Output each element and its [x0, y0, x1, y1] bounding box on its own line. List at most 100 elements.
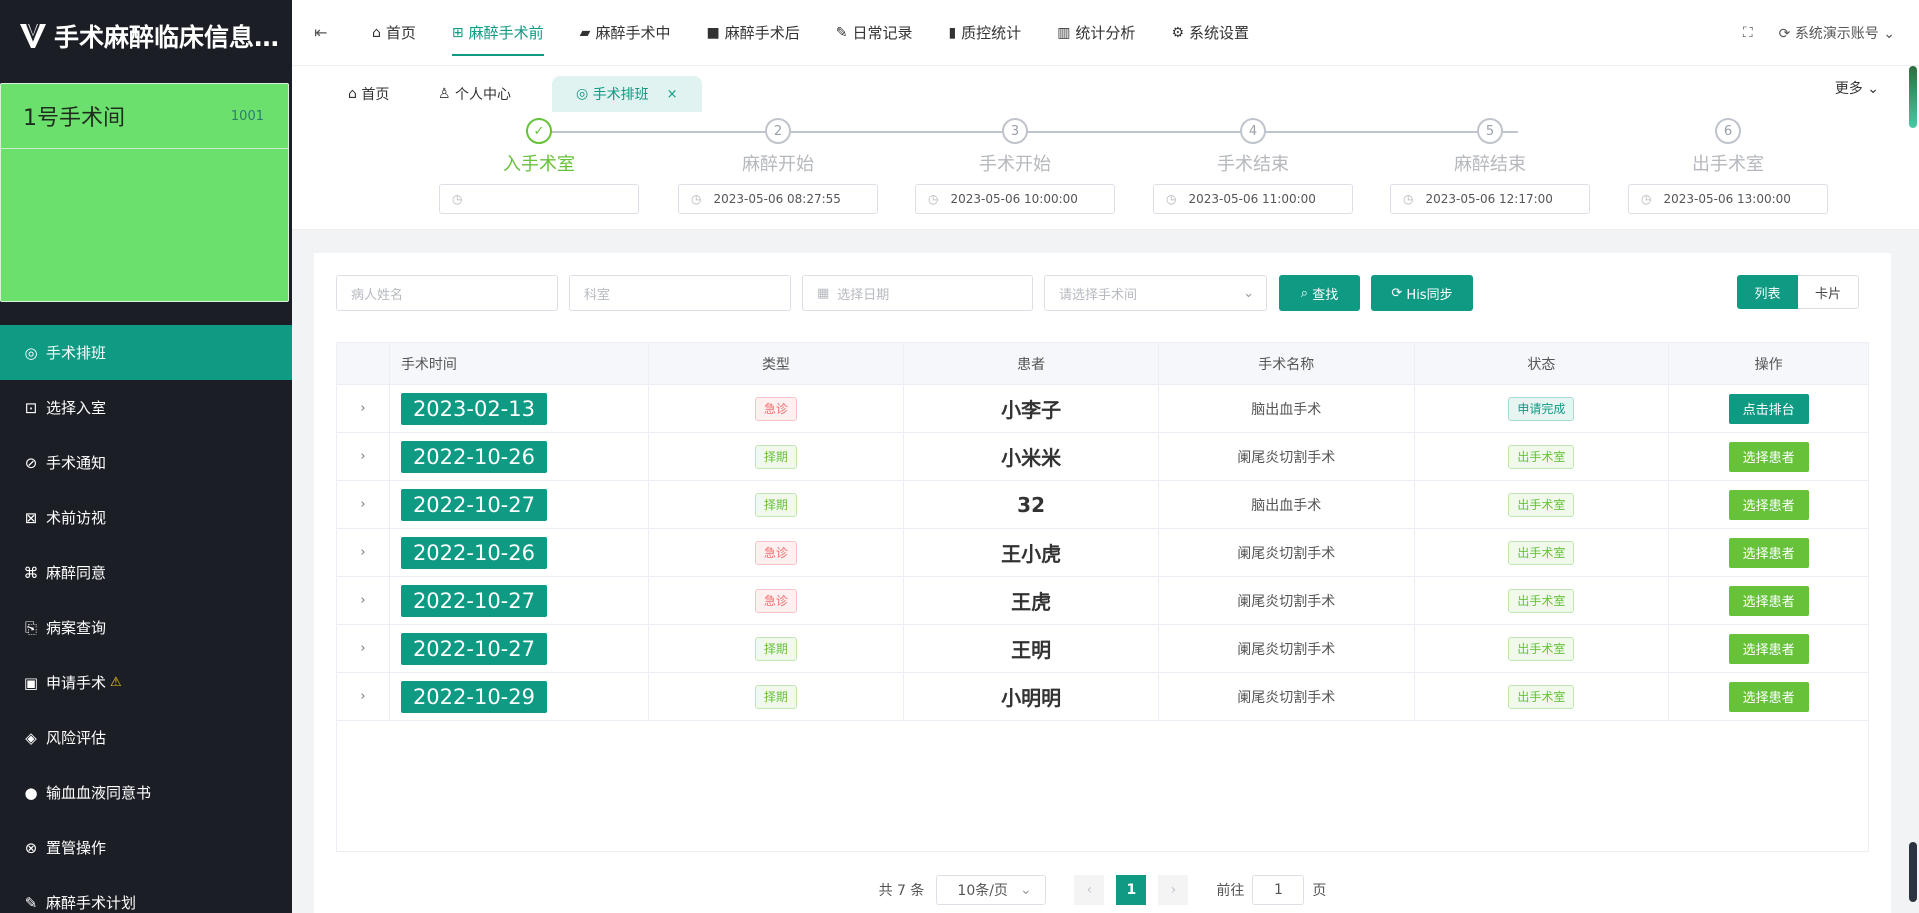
page-number[interactable]: 1 [1116, 875, 1147, 905]
step-label: 入手术室 [503, 154, 575, 175]
surgery-name: 阑尾炎切割手术 [1237, 689, 1336, 706]
surgery-name-cell: 脑出血手术 [1159, 385, 1415, 432]
step-time-input[interactable]: ◷ [439, 184, 639, 214]
step-time-input[interactable]: ◷ 2023-05-06 12:17:00 [1390, 184, 1590, 214]
calendar-icon: ▦ [817, 285, 830, 301]
nav-settings[interactable]: ⚙ 系统设置 [1153, 0, 1267, 66]
tab-personal-center[interactable]: ♙ 个人中心 [438, 76, 511, 112]
sidebar-item-blood[interactable]: ● 输血血液同意书 [0, 765, 292, 820]
patient-name-input[interactable]: 病人姓名 [336, 275, 558, 311]
expand-toggle[interactable]: › [337, 673, 390, 720]
nav-post-op[interactable]: ■ 麻醉手术后 [688, 0, 817, 66]
date-picker[interactable]: ▦ 选择日期 [802, 275, 1033, 311]
next-page-button[interactable]: › [1158, 875, 1189, 905]
refresh-icon: ⟳ [1778, 26, 1791, 42]
sidebar-item-enter-room[interactable]: ⊡ 选择入室 [0, 380, 292, 435]
type-tag: 急诊 [754, 540, 797, 565]
close-icon[interactable]: × [667, 87, 678, 102]
tab-schedule[interactable]: ◎ 手术排班 × [552, 76, 702, 112]
expand-toggle[interactable]: › [337, 433, 390, 480]
step-time-value: 2023-05-06 08:27:55 [713, 192, 841, 206]
step-number: 6 [1715, 118, 1741, 144]
room-card-header: 1号手术间 1001 [1, 84, 288, 149]
status-cell: 出手术室 [1415, 481, 1670, 528]
nav-pre-op[interactable]: ⊞ 麻醉手术前 [434, 0, 562, 66]
table-row: › 2022-10-27 急诊 王虎 阑尾炎切割手术 出手术室 选择患者 [337, 577, 1868, 625]
sidebar-item-label: 手术排班 [46, 344, 107, 362]
goto-page-input[interactable]: 1 [1252, 875, 1305, 905]
sidebar-item-plan[interactable]: ✎ 麻醉手术计划 [0, 875, 292, 913]
type-tag: 择期 [754, 492, 797, 517]
sidebar-item-records[interactable]: ⎘ 病案查询 [0, 600, 292, 655]
patient-cell: 小李子 [904, 385, 1159, 432]
operating-room-card[interactable]: 1号手术间 1001 [0, 83, 289, 302]
select-patient-button[interactable]: 选择患者 [1728, 681, 1809, 712]
clock-icon: ◷ [452, 192, 463, 206]
tab-label: 个人中心 [455, 87, 512, 103]
type-tag: 择期 [754, 636, 797, 661]
header-patient: 患者 [904, 343, 1159, 384]
schedule-button[interactable]: 点击排台 [1728, 393, 1809, 424]
prev-page-button[interactable]: ‹ [1074, 875, 1105, 905]
sidebar-item-notice[interactable]: ⊘ 手术通知 [0, 435, 292, 490]
scrollbar-top[interactable] [1909, 66, 1917, 128]
nav-statistics[interactable]: ▥ 统计分析 [1039, 0, 1153, 66]
expand-toggle[interactable]: › [337, 529, 390, 576]
risk-icon: ◈ [25, 728, 37, 747]
nav-home[interactable]: ⌂ 首页 [354, 0, 434, 66]
chevron-right-icon: › [360, 545, 366, 560]
fullscreen-icon[interactable]: ⛶ [1743, 25, 1753, 41]
search-button[interactable]: ⌕ 查找 [1279, 275, 1360, 311]
header-action: 操作 [1754, 356, 1783, 373]
sidebar-item-visit[interactable]: ⊠ 术前访视 [0, 490, 292, 545]
sidebar-item-consent[interactable]: ⌘ 麻醉同意 [0, 545, 292, 600]
tab-home[interactable]: ⌂ 首页 [348, 76, 389, 112]
expand-toggle[interactable]: › [337, 385, 390, 432]
view-card-button[interactable]: 卡片 [1798, 275, 1859, 309]
nav-label: 日常记录 [852, 24, 913, 42]
status-cell: 申请完成 [1415, 385, 1670, 432]
sidebar-item-label: 选择入室 [46, 399, 107, 417]
chevron-down-icon: ⌄ [1019, 882, 1032, 898]
expand-toggle[interactable]: › [337, 625, 390, 672]
expand-toggle[interactable]: › [337, 577, 390, 624]
sidebar-item-label: 麻醉手术计划 [46, 894, 137, 912]
collapse-menu-icon[interactable]: ⇤ [314, 23, 336, 42]
select-patient-button[interactable]: 选择患者 [1728, 537, 1809, 568]
nav-intra-op[interactable]: ▰ 麻醉手术中 [562, 0, 689, 66]
view-list-button[interactable]: 列表 [1737, 275, 1798, 309]
his-sync-button[interactable]: ⟳ His同步 [1371, 275, 1473, 311]
sidebar-item-apply[interactable]: ▣ 申请手术 ⚠ [0, 655, 292, 710]
department-input[interactable]: 科室 [569, 275, 791, 311]
select-patient-button[interactable]: 选择患者 [1728, 633, 1809, 664]
step-time-input[interactable]: ◷ 2023-05-06 13:00:00 [1628, 184, 1828, 214]
select-patient-button[interactable]: 选择患者 [1728, 585, 1809, 616]
sidebar-item-label: 麻醉同意 [46, 564, 107, 582]
select-patient-button[interactable]: 选择患者 [1728, 489, 1809, 520]
schedule-table: 手术时间 类型 患者 手术名称 状态 操作 › 2023-02-13 急诊 小李… [336, 342, 1869, 852]
tabs-more[interactable]: 更多 ⌄ [1835, 78, 1879, 98]
step-time-input[interactable]: ◷ 2023-05-06 10:00:00 [915, 184, 1115, 214]
step-time-input[interactable]: ◷ 2023-05-06 08:27:55 [678, 184, 878, 214]
search-label: 查找 [1312, 287, 1339, 303]
room-select[interactable]: 请选择手术间 ⌄ [1044, 275, 1267, 311]
date-cell: 2022-10-27 [390, 577, 649, 624]
step-time-input[interactable]: ◷ 2023-05-06 11:00:00 [1153, 184, 1353, 214]
select-patient-button[interactable]: 选择患者 [1728, 441, 1809, 472]
nav-daily-records[interactable]: ✎ 日常记录 [818, 0, 931, 66]
sidebar-item-schedule[interactable]: ◎ 手术排班 [0, 325, 292, 380]
page-size-select[interactable]: 10条/页 ⌄ [936, 875, 1047, 905]
nav-quality-control[interactable]: ▮ 质控统计 [930, 0, 1039, 66]
scrollbar-bottom[interactable] [1909, 842, 1917, 902]
step-number: 5 [1477, 118, 1503, 144]
sidebar-item-label: 术前访视 [46, 509, 107, 527]
status-cell: 出手术室 [1415, 529, 1670, 576]
total-count: 共 7 条 [878, 883, 925, 899]
pen-icon: ✎ [24, 893, 38, 912]
clock-icon: ◷ [928, 192, 939, 206]
chevron-down-icon: ⌄ [1883, 26, 1895, 42]
account-menu[interactable]: ⟳ 系统演示账号 ⌄ [1779, 23, 1895, 43]
expand-toggle[interactable]: › [337, 481, 390, 528]
sidebar-item-risk[interactable]: ◈ 风险评估 [0, 710, 292, 765]
sidebar-item-catheter[interactable]: ⊗ 置管操作 [0, 820, 292, 875]
